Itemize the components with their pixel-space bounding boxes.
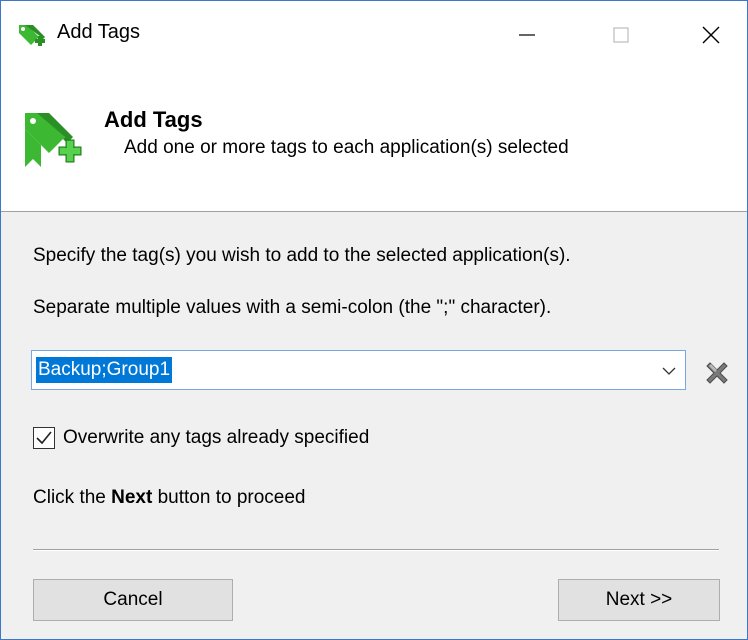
tags-combobox[interactable]: Backup;Group1	[31, 350, 686, 390]
cancel-button[interactable]: Cancel	[33, 579, 233, 621]
tag-add-icon	[25, 113, 82, 167]
header-title: Add Tags	[104, 107, 203, 132]
separator-line	[33, 549, 719, 551]
close-button[interactable]	[675, 1, 747, 69]
maximize-button[interactable]	[585, 1, 657, 69]
minimize-icon	[519, 34, 535, 36]
maximize-icon	[613, 27, 629, 43]
overwrite-checkbox-label[interactable]: Overwrite any tags already specified	[63, 427, 369, 449]
next-button[interactable]: Next >>	[558, 579, 720, 621]
chevron-down-icon[interactable]	[661, 363, 677, 379]
next-hint-text: Click the Next button to proceed	[33, 487, 306, 509]
overwrite-checkbox[interactable]	[33, 427, 55, 449]
title-bar[interactable]: Add Tags	[1, 1, 747, 69]
hint-bold-next: Next	[111, 487, 153, 508]
add-tags-dialog: Add Tags Add Tags Add one or more tags t…	[0, 0, 748, 640]
clear-x-icon[interactable]	[703, 359, 731, 387]
minimize-button[interactable]	[491, 1, 563, 69]
tags-input-value[interactable]: Backup;Group1	[36, 357, 173, 383]
checkmark-icon	[36, 431, 52, 445]
header-subtitle: Add one or more tags to each application…	[124, 137, 569, 158]
hint-suffix: button to proceed	[152, 487, 306, 508]
instruction-text-1: Specify the tag(s) you wish to add to th…	[33, 245, 571, 266]
instruction-text-2: Separate multiple values with a semi-col…	[33, 297, 552, 318]
tag-app-icon	[19, 25, 45, 46]
dialog-header: Add Tags Add one or more tags to each ap…	[1, 69, 747, 212]
close-icon	[702, 26, 720, 44]
window-title: Add Tags	[57, 21, 141, 43]
hint-prefix: Click the	[33, 487, 112, 508]
